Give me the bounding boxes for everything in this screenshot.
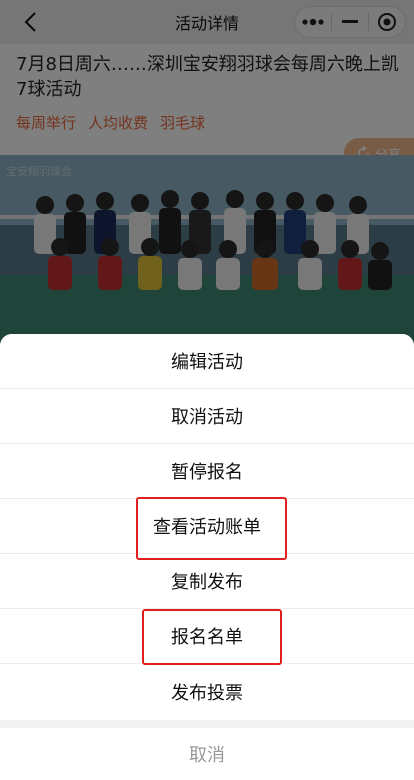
action-publish-vote[interactable]: 发布投票: [0, 664, 414, 719]
sheet-separator: [0, 720, 414, 728]
action-copy-publish[interactable]: 复制发布: [0, 554, 414, 609]
action-pause-signup[interactable]: 暂停报名: [0, 444, 414, 499]
action-cancel-event[interactable]: 取消活动: [0, 389, 414, 444]
action-sheet: 编辑活动 取消活动 暂停报名 查看活动账单 复制发布 报名名单 发布投票 取消: [0, 334, 414, 780]
sheet-cancel-button[interactable]: 取消: [0, 728, 414, 780]
action-edit-event[interactable]: 编辑活动: [0, 334, 414, 389]
action-signup-list[interactable]: 报名名单: [0, 609, 414, 664]
action-view-bill[interactable]: 查看活动账单: [0, 499, 414, 554]
